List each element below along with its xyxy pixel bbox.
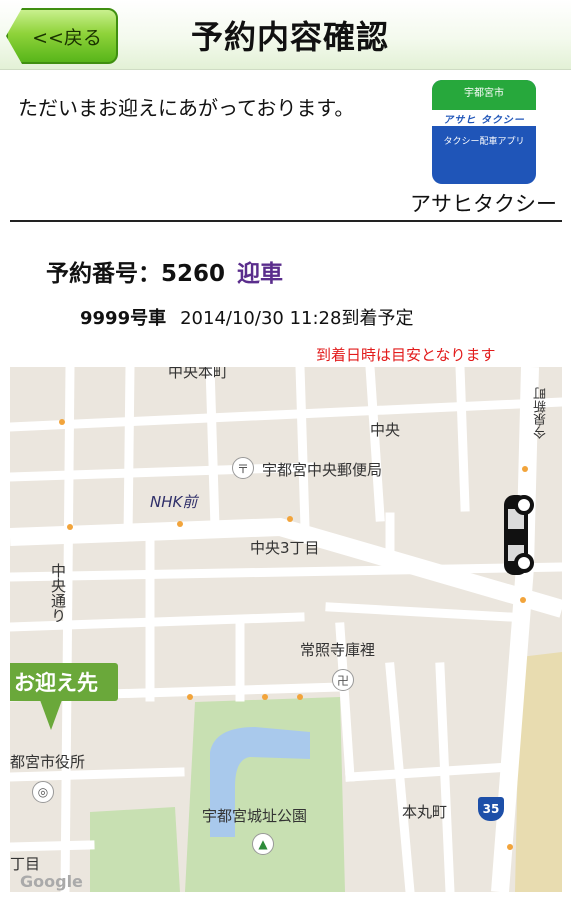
arrival-note: 到着日時は目安となります (316, 346, 496, 364)
map-label: 今泉新町 (534, 387, 549, 439)
map-label: 中央 (370, 421, 401, 439)
company-name: アサヒタクシー (410, 192, 557, 216)
map-view[interactable]: 中央本町 中央 〒 宇都宮中央郵便局 NHK前 中央3丁目 中央通り 今泉新町 … (10, 367, 562, 892)
map-label: 常照寺庫裡 (300, 641, 376, 659)
google-logo: Google (20, 872, 83, 891)
app-header: <<戻る 予約内容確認 (0, 0, 571, 70)
post-office-icon: 〒 (232, 457, 254, 479)
pickup-pin-tail (40, 700, 62, 730)
map-label: 宇都宮城址公園 (202, 807, 308, 825)
map-label: 都宮市役所 (10, 753, 86, 771)
logo-top-text: 宇都宮市 (464, 88, 504, 99)
logo-sub-text: タクシー配車アプリ (443, 137, 525, 147)
route-shield: 35 (478, 797, 504, 821)
booking-status: 迎車 (237, 261, 284, 287)
map-label: 丁目 (10, 855, 41, 873)
city-hall-icon: ◎ (32, 781, 54, 803)
park-icon: ▲ (252, 833, 274, 855)
map-label: 本丸町 (402, 803, 448, 821)
back-button[interactable]: <<戻る (6, 8, 118, 64)
page-title: 予約内容確認 (190, 18, 389, 56)
company-logo: 宇都宮市 アサヒ タクシー タクシー配車アプリ (432, 80, 536, 184)
booking-number: 予約番号：5260 (46, 261, 226, 287)
map-label: 中央通り (49, 563, 67, 623)
vehicle-number: 9999号車 (80, 308, 167, 329)
status-message: ただいまお迎えにあがっております。 (18, 96, 355, 120)
pickup-pin[interactable]: お迎え先 (10, 663, 118, 701)
booking-info: 予約番号：5260 迎車 (46, 254, 283, 288)
back-button-label: <<戻る (32, 26, 102, 49)
map-label: 中央3丁目 (250, 539, 320, 557)
map-label: 中央本町 (168, 367, 229, 381)
pickup-pin-label: お迎え先 (14, 671, 98, 695)
temple-icon: 卍 (332, 669, 354, 691)
vehicle-info: 9999号車 2014/10/30 11:28到着予定 (80, 304, 413, 330)
divider (10, 220, 562, 222)
map-label: 宇都宮中央郵便局 (262, 461, 383, 479)
arrival-time: 2014/10/30 11:28到着予定 (180, 308, 414, 329)
map-label: NHK前 (150, 493, 198, 511)
logo-band-text: アサヒ タクシー (443, 114, 525, 126)
